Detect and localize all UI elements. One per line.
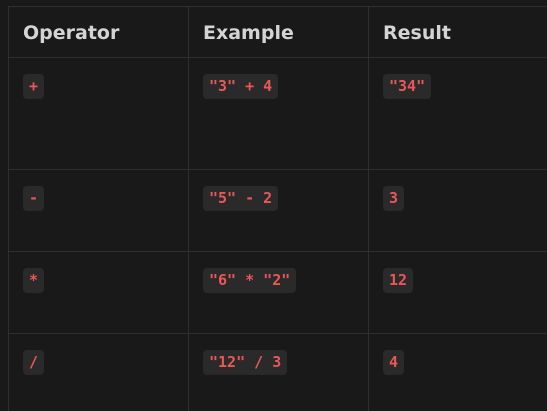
table-cell-operator: + — [8, 58, 188, 169]
table-row: + "3" + 4 "34" — [8, 58, 547, 170]
table-row: / "12" / 3 4 — [8, 334, 547, 411]
table-cell-operator: / — [8, 334, 188, 411]
inline-code: - — [23, 186, 45, 211]
table-cell-example: "12" / 3 — [188, 334, 368, 411]
table-cell-result: "34" — [368, 58, 547, 169]
inline-code: "5" - 2 — [203, 186, 279, 211]
inline-code: 4 — [383, 350, 405, 375]
table-row: - "5" - 2 3 — [8, 170, 547, 252]
inline-code: 3 — [383, 186, 405, 211]
header-example: Example — [188, 7, 368, 57]
table-cell-result: 4 — [368, 334, 547, 411]
table-row: * "6" * "2" 12 — [8, 252, 547, 334]
inline-code: * — [23, 268, 45, 293]
inline-code: + — [23, 74, 45, 99]
header-result: Result — [368, 7, 547, 57]
table-cell-example: "5" - 2 — [188, 170, 368, 251]
table-header-row: Operator Example Result — [8, 6, 547, 58]
table-cell-example: "6" * "2" — [188, 252, 368, 333]
table-cell-result: 12 — [368, 252, 547, 333]
table-cell-operator: * — [8, 252, 188, 333]
inline-code: "34" — [383, 74, 432, 99]
header-operator: Operator — [8, 7, 188, 57]
inline-code: "6" * "2" — [203, 268, 297, 293]
table-cell-operator: - — [8, 170, 188, 251]
inline-code: "3" + 4 — [203, 74, 279, 99]
table-cell-result: 3 — [368, 170, 547, 251]
table-cell-example: "3" + 4 — [188, 58, 368, 169]
inline-code: / — [23, 350, 45, 375]
inline-code: "12" / 3 — [203, 350, 288, 375]
operator-table: Operator Example Result + "3" + 4 "34" -… — [0, 0, 547, 411]
inline-code: 12 — [383, 268, 414, 293]
